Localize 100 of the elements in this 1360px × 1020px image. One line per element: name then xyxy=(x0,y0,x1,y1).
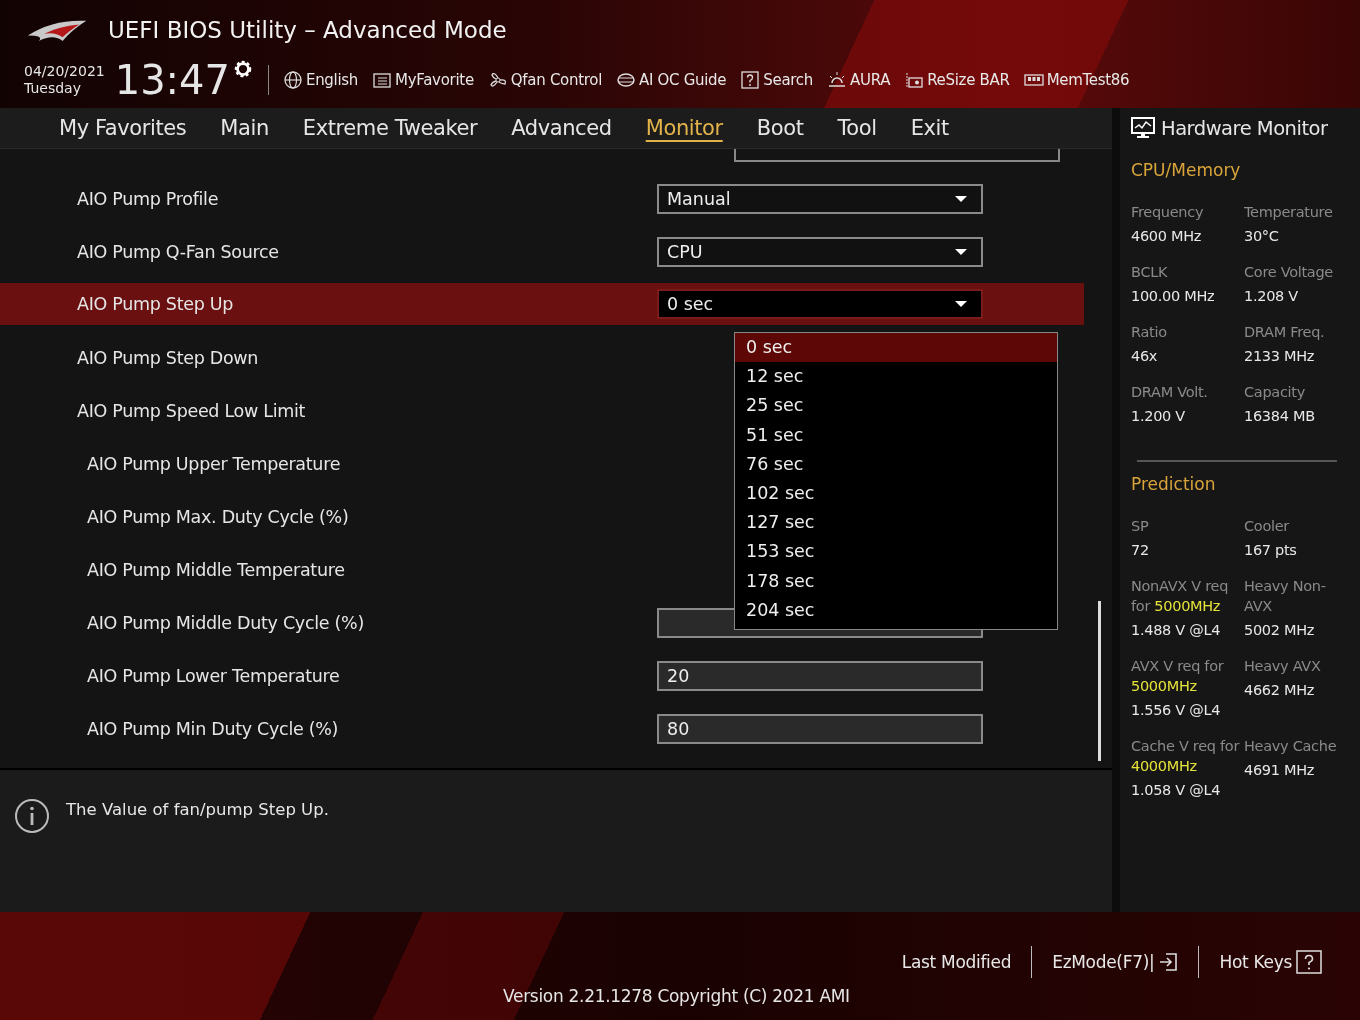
metric-label: DRAM Volt. xyxy=(1131,383,1209,402)
setting-label[interactable]: AIO Pump Profile xyxy=(0,188,657,209)
toolbar-button[interactable]: MyFavorite xyxy=(372,70,474,90)
exit-icon xyxy=(1158,952,1179,972)
setting-label[interactable]: AIO Pump Max. Duty Cycle (%) xyxy=(0,506,657,527)
metric-value: 1.556 V @L4 xyxy=(1131,702,1222,718)
menu-tab[interactable]: Extreme Tweaker xyxy=(285,108,495,148)
metric-label: Cache V req for 4000MHz xyxy=(1131,737,1241,776)
metric-label: SP xyxy=(1131,517,1150,536)
search-icon xyxy=(740,70,761,90)
metric-value: 2133 MHz xyxy=(1244,348,1316,364)
metric-label: Cooler xyxy=(1244,517,1291,536)
setting-label[interactable]: AIO Pump Step Up xyxy=(0,294,657,314)
light-icon xyxy=(827,70,847,90)
toolbar-button[interactable]: Search xyxy=(740,70,813,90)
dropdown-option[interactable]: 102 sec xyxy=(735,478,1057,509)
input-field[interactable]: 80 xyxy=(657,713,983,744)
chip-icon xyxy=(616,70,636,90)
metric-label: AVX V req for 5000MHz xyxy=(1131,657,1225,696)
toolbar-button[interactable]: English xyxy=(283,70,359,90)
metric-label: BCLK xyxy=(1131,263,1169,282)
metric-value: 4600 MHz xyxy=(1131,228,1203,244)
input-field[interactable]: 20 xyxy=(657,660,983,691)
window-title: UEFI BIOS Utility – Advanced Mode xyxy=(108,17,507,43)
metric-label: Heavy AVX xyxy=(1244,657,1322,676)
dropdown-option[interactable]: 25 sec xyxy=(735,391,1057,421)
dropdown-option[interactable]: 76 sec xyxy=(735,449,1057,479)
metric-label: NonAVX V req for 5000MHz xyxy=(1131,577,1230,616)
setting-label[interactable]: AIO Pump Q-Fan Source xyxy=(0,241,657,262)
metric-value: 100.00 MHz xyxy=(1131,288,1216,304)
caret-icon xyxy=(955,248,967,255)
toolbar-button[interactable]: MemTest86 xyxy=(1023,70,1130,90)
setting-label[interactable]: AIO Pump Upper Temperature xyxy=(0,453,657,474)
toolbar-button[interactable]: Qfan Control xyxy=(487,70,602,90)
info-icon xyxy=(14,798,50,834)
help-icon xyxy=(1296,950,1322,974)
section-heading: Prediction xyxy=(1131,474,1217,494)
help-text: The Value of fan/pump Step Up. xyxy=(66,800,329,819)
metric-value: 16384 MB xyxy=(1244,408,1316,424)
dropdown-option[interactable]: 12 sec xyxy=(735,362,1057,392)
dropdown-option[interactable]: 204 sec xyxy=(735,595,1057,625)
dropdown-option[interactable]: 51 sec xyxy=(735,420,1057,450)
metric-value: 4691 MHz xyxy=(1244,762,1316,778)
day-text: Tuesday xyxy=(24,80,82,97)
metric-label: Temperature xyxy=(1244,203,1334,222)
dropdown-option[interactable]: 178 sec xyxy=(735,566,1057,596)
dropdown-option[interactable]: 0 sec xyxy=(735,333,1057,363)
metric-value: 167 pts xyxy=(1244,542,1298,558)
dropdown-field[interactable]: Manual xyxy=(657,183,983,214)
footer-button[interactable]: Last Modified xyxy=(881,952,1032,972)
toolbar-button[interactable]: AURA xyxy=(827,70,891,90)
caret-icon xyxy=(955,195,967,202)
clock-time: 13:47 xyxy=(114,58,230,102)
caret-icon xyxy=(955,301,967,307)
metric-label: Heavy Cache xyxy=(1244,737,1338,756)
toolbar-button[interactable]: AI OC Guide xyxy=(616,70,727,90)
card-icon xyxy=(904,70,925,90)
metric-label: Capacity xyxy=(1244,383,1306,402)
setting-label[interactable]: AIO Pump Speed Low Limit xyxy=(0,400,657,421)
metric-label: DRAM Freq. xyxy=(1244,323,1326,342)
version-text: Version 2.21.1278 Copyright (C) 2021 AMI xyxy=(503,986,850,1006)
metric-value: 46x xyxy=(1131,348,1159,364)
dropdown-option[interactable]: 127 sec xyxy=(735,508,1057,538)
dropdown-option[interactable]: 153 sec xyxy=(735,537,1057,567)
menu-tab[interactable]: Advanced xyxy=(494,108,629,148)
favorite-icon xyxy=(372,70,393,90)
menu-tab[interactable]: Exit xyxy=(893,108,966,148)
metric-value: 1.488 V @L4 xyxy=(1131,622,1222,638)
metric-label: Ratio xyxy=(1131,323,1168,342)
dropdown-field[interactable]: 0 sec xyxy=(657,289,983,319)
dropdown-field[interactable]: CPU xyxy=(657,236,983,267)
menu-tab[interactable]: Tool xyxy=(820,108,894,148)
footer-button[interactable]: Hot Keys xyxy=(1199,950,1342,974)
metric-value: 1.058 V @L4 xyxy=(1131,782,1222,798)
menu-tab[interactable]: My Favorites xyxy=(42,108,204,148)
globe-icon xyxy=(283,70,303,90)
menu-tab[interactable]: Monitor xyxy=(628,108,740,148)
setting-label[interactable]: AIO Pump Middle Temperature xyxy=(0,559,657,580)
setting-label[interactable]: AIO Pump Lower Temperature xyxy=(0,665,657,686)
metric-value: 1.200 V xyxy=(1131,408,1186,424)
setting-label[interactable]: AIO Pump Min Duty Cycle (%) xyxy=(0,718,657,739)
monitor-icon xyxy=(1131,117,1155,139)
section-heading: CPU/Memory xyxy=(1131,160,1242,180)
metric-label: Frequency xyxy=(1131,203,1205,222)
footer-button[interactable]: EzMode(F7)| xyxy=(1032,952,1199,972)
metric-value: 30°C xyxy=(1244,228,1280,244)
scrollbar[interactable] xyxy=(1098,601,1101,761)
date-text: 04/20/2021 xyxy=(24,63,105,80)
settings-icon[interactable] xyxy=(232,58,254,80)
setting-label[interactable]: AIO Pump Step Down xyxy=(0,347,657,368)
metric-value: 1.208 V xyxy=(1244,288,1299,304)
metric-label: Heavy Non-AVX xyxy=(1244,577,1327,616)
metric-value: 4662 MHz xyxy=(1244,682,1316,698)
metric-value: 72 xyxy=(1131,542,1150,558)
menu-tab[interactable]: Main xyxy=(203,108,286,148)
panel-title: Hardware Monitor xyxy=(1161,116,1328,140)
menu-tab[interactable]: Boot xyxy=(739,108,821,148)
setting-label[interactable]: AIO Pump Middle Duty Cycle (%) xyxy=(0,612,657,633)
metric-value: 5002 MHz xyxy=(1244,622,1316,638)
toolbar-button[interactable]: ReSize BAR xyxy=(904,70,1010,90)
